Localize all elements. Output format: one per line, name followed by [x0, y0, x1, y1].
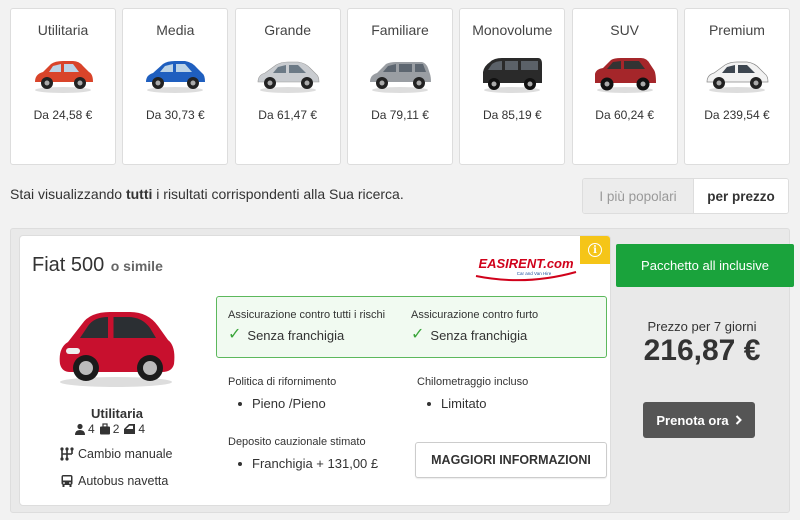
- package-badge: Pacchetto all inclusive: [616, 244, 794, 287]
- category-tile-media[interactable]: Media Da 30,73 €: [122, 8, 229, 165]
- passengers-spec: 4: [74, 422, 95, 436]
- category-tile-utilitaria[interactable]: Utilitaria Da 24,58 €: [10, 8, 116, 165]
- car-title: Fiat 500 o simile: [32, 254, 163, 277]
- insurance-value: Senza franchigia: [430, 327, 528, 343]
- bullet: [238, 401, 242, 406]
- info-button[interactable]: i: [580, 236, 610, 264]
- car-model: Fiat 500: [32, 254, 105, 276]
- results-highlight: tutti: [125, 186, 153, 202]
- deposit: Deposito cauzionale stimato Franchigia +…: [228, 436, 378, 471]
- passengers-count: 4: [88, 422, 95, 436]
- category-name: Monovolume: [472, 22, 553, 38]
- sort-toggle: I più popolari per prezzo: [582, 178, 789, 214]
- bullet: [427, 401, 431, 406]
- check-icon: ✓: [411, 326, 425, 343]
- category-name: Premium: [708, 22, 765, 38]
- gearbox-icon: [60, 447, 74, 461]
- doors-count: 4: [138, 422, 146, 436]
- car-icon: [706, 61, 769, 93]
- results-suffix: i risultati corrispondenti alla Sua rice…: [152, 186, 404, 202]
- mileage-row: Limitato: [427, 396, 528, 411]
- car-icon: [257, 61, 319, 93]
- category-price: Da 30,73 €: [145, 108, 205, 122]
- category-name: Grande: [264, 22, 311, 38]
- check-icon: ✓: [228, 326, 242, 343]
- transmission-label: Cambio manuale: [78, 447, 173, 461]
- insurance-title: Assicurazione contro tutti i rischi: [228, 309, 386, 321]
- insurance-cdw: Assicurazione contro tutti i rischi ✓ Sen…: [228, 309, 385, 343]
- insurance-value: Senza franchigia: [247, 327, 345, 343]
- category-tile-premium[interactable]: Premium Da 239,54 €: [683, 8, 790, 165]
- suv-icon: [594, 58, 656, 93]
- insurance-value-row: ✓ Senza franchigia: [411, 327, 538, 343]
- total-price: 216,87 €: [643, 334, 761, 367]
- category-price: Da 24,58 €: [33, 108, 93, 122]
- category-price: Da 239,54 €: [704, 108, 770, 122]
- price-label: Prezzo per 7 giorni: [647, 319, 757, 334]
- category-bar: Utilitaria Da 24,58 € Media Da 30,73 € G…: [10, 8, 790, 165]
- shuttle-label: Autobus navetta: [78, 474, 169, 488]
- book-now-label: Prenota ora: [656, 412, 729, 428]
- shuttle-feature: Autobus navetta: [60, 474, 168, 488]
- info-icon: i: [588, 243, 602, 257]
- mileage: Chilometraggio incluso Limitato: [417, 376, 528, 411]
- fuel-policy-row: Pieno /Pieno: [238, 396, 336, 411]
- category-tile-grande[interactable]: Grande Da 61,47 €: [234, 8, 341, 165]
- results-prefix: Stai visualizzando: [10, 186, 126, 202]
- insurance-box: Assicurazione contro tutti i rischi ✓ Sen…: [216, 296, 607, 358]
- bus-icon: [61, 475, 73, 487]
- category-price: Da 60,24 €: [595, 108, 654, 122]
- car-icon: [369, 62, 431, 93]
- category-price: Da 79,11 €: [371, 108, 429, 122]
- category-tile-familiare[interactable]: Familiare Da 79,11 €: [346, 8, 453, 165]
- category-name: SUV: [610, 22, 640, 38]
- category-tile-monovolume[interactable]: Monovolume Da 85,19 €: [459, 8, 566, 165]
- car-icon: [146, 61, 206, 93]
- fuel-policy-title: Politica di rifornimento: [228, 376, 337, 388]
- fuel-policy-value: Pieno /Pieno: [252, 396, 326, 411]
- sort-popular-button[interactable]: I più popolari: [583, 179, 694, 213]
- bags-spec: 2: [99, 422, 120, 436]
- insurance-value-row: ✓ Senza franchigia: [228, 327, 385, 343]
- van-icon: [483, 58, 543, 93]
- category-price: Da 61,47 €: [258, 108, 318, 122]
- insurance-title: Assicurazione contro furto: [411, 309, 539, 321]
- insurance-theft: Assicurazione contro furto ✓ Senza franch…: [411, 309, 538, 343]
- deposit-row: Franchigia + 131,00 £: [238, 456, 378, 471]
- luggage-icon: [99, 423, 110, 435]
- person-icon: [75, 423, 85, 435]
- car-specs: 4 2 4: [74, 422, 145, 436]
- offer-card: Fiat 500 o simile EASIRENT.com Car and V…: [19, 235, 611, 506]
- book-now-button[interactable]: Prenota ora: [643, 402, 755, 438]
- chevron-right-icon: [735, 415, 742, 425]
- mileage-title: Chilometraggio incluso: [417, 376, 529, 388]
- category-name: Familiare: [371, 22, 429, 38]
- transmission-feature: Cambio manuale: [60, 447, 173, 461]
- bags-count: 2: [112, 422, 120, 436]
- car-image: [59, 312, 175, 387]
- category-price: Da 85,19 €: [482, 108, 542, 122]
- car-similar: o simile: [110, 258, 163, 274]
- door-icon: [124, 424, 136, 434]
- supplier-logo-text: EASIRENT.com: [478, 256, 574, 271]
- more-info-button[interactable]: MAGGIORI INFORMAZIONI: [415, 442, 607, 478]
- bullet: [238, 461, 242, 466]
- results-summary: Stai visualizzando tutti i risultati cor…: [10, 186, 404, 202]
- car-icon: [35, 61, 93, 93]
- category-name: Media: [156, 22, 195, 38]
- fuel-policy: Politica di rifornimento Pieno /Pieno: [228, 376, 336, 411]
- category-tile-suv[interactable]: SUV Da 60,24 €: [571, 8, 678, 165]
- deposit-title: Deposito cauzionale stimato: [228, 436, 366, 448]
- deposit-value: Franchigia + 131,00 £: [252, 456, 379, 471]
- mileage-value: Limitato: [441, 396, 487, 411]
- category-name: Utilitaria: [37, 22, 89, 38]
- car-category: Utilitaria: [90, 406, 143, 421]
- doors-spec: 4: [123, 422, 145, 436]
- sort-price-button[interactable]: per prezzo: [694, 179, 788, 213]
- supplier-logo-tagline: Car and Van Hire: [517, 271, 552, 276]
- supplier-logo: EASIRENT.com Car and Van Hire: [475, 256, 577, 282]
- offer-container: Fiat 500 o simile EASIRENT.com Car and V…: [10, 228, 794, 513]
